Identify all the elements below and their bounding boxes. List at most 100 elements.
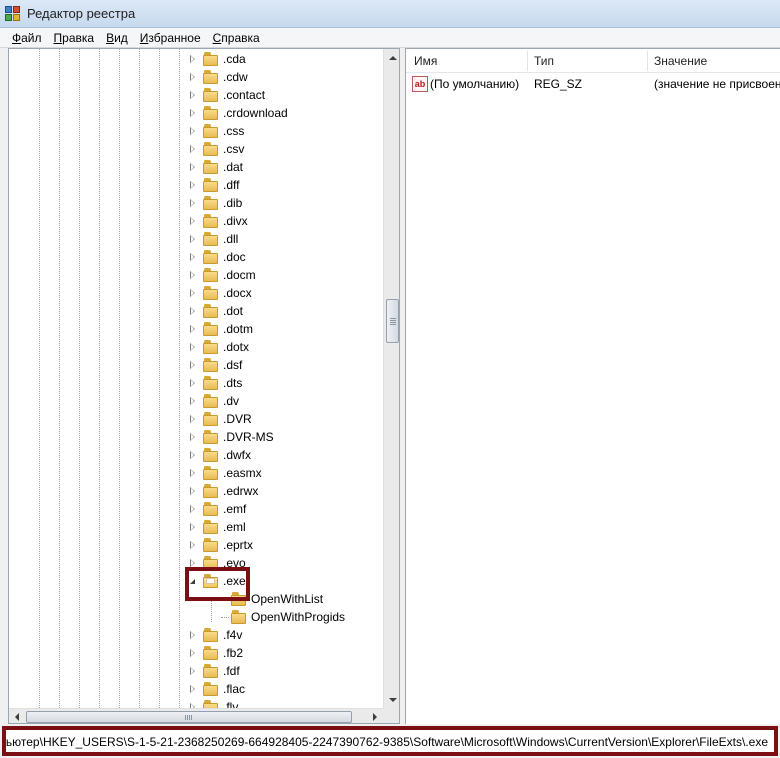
tree-subkey[interactable]: OpenWithProgids bbox=[221, 608, 345, 626]
tree-horizontal-scrollbar[interactable] bbox=[9, 708, 383, 723]
tree-item[interactable]: .exe bbox=[189, 572, 246, 590]
expand-arrow-icon[interactable] bbox=[190, 631, 195, 639]
tree-item[interactable]: .dib bbox=[189, 194, 242, 212]
expand-arrow-icon[interactable] bbox=[190, 541, 195, 549]
expand-arrow-icon[interactable] bbox=[190, 685, 195, 693]
tree-item[interactable]: .evo bbox=[189, 554, 246, 572]
menu-view[interactable]: Вид bbox=[100, 28, 134, 48]
value-name: (По умолчанию) bbox=[430, 77, 520, 91]
expand-arrow-icon[interactable] bbox=[190, 667, 195, 675]
tree-item-label: .divx bbox=[223, 214, 248, 228]
tree-item[interactable]: .flac bbox=[189, 680, 245, 698]
tree-subkey[interactable]: OpenWithList bbox=[221, 590, 323, 608]
collapse-arrow-icon[interactable] bbox=[190, 578, 195, 584]
values-list[interactable]: Имя Тип Значение ab (По умолчанию) REG_S… bbox=[405, 48, 780, 724]
tree-item[interactable]: .dff bbox=[189, 176, 239, 194]
list-item[interactable]: ab (По умолчанию) REG_SZ (значение не пр… bbox=[406, 75, 780, 93]
folder-icon bbox=[203, 106, 219, 120]
status-path-highlight: омпьютер\HKEY_USERS\S-1-5-21-2368250269-… bbox=[2, 726, 778, 756]
tree-item[interactable]: .contact bbox=[189, 86, 265, 104]
scroll-right-arrow[interactable] bbox=[367, 709, 383, 723]
tree-item[interactable]: .emf bbox=[189, 500, 246, 518]
tree-item[interactable]: .docx bbox=[189, 284, 252, 302]
expand-arrow-icon[interactable] bbox=[190, 469, 195, 477]
tree-item[interactable]: .DVR-MS bbox=[189, 428, 274, 446]
expand-arrow-icon[interactable] bbox=[190, 253, 195, 261]
expand-arrow-icon[interactable] bbox=[190, 109, 195, 117]
menu-help[interactable]: Справка bbox=[207, 28, 266, 48]
tree-item[interactable]: .cdw bbox=[189, 68, 248, 86]
expand-arrow-icon[interactable] bbox=[190, 199, 195, 207]
tree-item[interactable]: .easmx bbox=[189, 464, 262, 482]
expand-arrow-icon[interactable] bbox=[190, 649, 195, 657]
column-type-header[interactable]: Тип bbox=[528, 49, 554, 73]
tree-item[interactable]: .crdownload bbox=[189, 104, 288, 122]
expand-arrow-icon[interactable] bbox=[190, 271, 195, 279]
tree-item[interactable]: .dotx bbox=[189, 338, 249, 356]
expand-arrow-icon[interactable] bbox=[190, 235, 195, 243]
tree-item[interactable]: .dv bbox=[189, 392, 239, 410]
tree-item[interactable]: .cda bbox=[189, 50, 246, 68]
tree-item[interactable]: .docm bbox=[189, 266, 256, 284]
tree-item[interactable]: .dotm bbox=[189, 320, 253, 338]
expand-arrow-icon[interactable] bbox=[190, 361, 195, 369]
expand-arrow-icon[interactable] bbox=[190, 415, 195, 423]
folder-icon bbox=[203, 682, 219, 696]
scroll-thumb[interactable] bbox=[386, 299, 399, 343]
tree-item[interactable]: .divx bbox=[189, 212, 248, 230]
folder-icon bbox=[203, 520, 219, 534]
horizontal-scroll-thumb[interactable] bbox=[26, 711, 352, 723]
expand-arrow-icon[interactable] bbox=[190, 73, 195, 81]
registry-tree[interactable]: .cda .cdw .contact .crdownload .css .csv .dat.… bbox=[8, 48, 400, 724]
folder-icon bbox=[203, 160, 219, 174]
tree-item[interactable]: .fb2 bbox=[189, 644, 243, 662]
tree-item[interactable]: .csv bbox=[189, 140, 244, 158]
expand-arrow-icon[interactable] bbox=[190, 451, 195, 459]
tree-item[interactable]: .dat bbox=[189, 158, 243, 176]
expand-arrow-icon[interactable] bbox=[190, 181, 195, 189]
expand-arrow-icon[interactable] bbox=[190, 343, 195, 351]
expand-arrow-icon[interactable] bbox=[190, 505, 195, 513]
expand-arrow-icon[interactable] bbox=[190, 325, 195, 333]
expand-arrow-icon[interactable] bbox=[190, 217, 195, 225]
tree-item[interactable]: .eml bbox=[189, 518, 246, 536]
tree-item[interactable]: .dll bbox=[189, 230, 238, 248]
expand-arrow-icon[interactable] bbox=[190, 145, 195, 153]
expand-arrow-icon[interactable] bbox=[190, 289, 195, 297]
column-name-header[interactable]: Имя bbox=[408, 49, 437, 73]
menu-favorites[interactable]: Избранное bbox=[134, 28, 207, 48]
scroll-left-arrow[interactable] bbox=[9, 709, 25, 723]
scroll-up-arrow[interactable] bbox=[384, 49, 399, 66]
expand-arrow-icon[interactable] bbox=[190, 487, 195, 495]
tree-item[interactable]: .dot bbox=[189, 302, 243, 320]
expand-arrow-icon[interactable] bbox=[190, 55, 195, 63]
expand-arrow-icon[interactable] bbox=[190, 433, 195, 441]
expand-arrow-icon[interactable] bbox=[190, 91, 195, 99]
menu-edit[interactable]: Правка bbox=[48, 28, 101, 48]
folder-icon bbox=[203, 268, 219, 282]
menu-file[interactable]: Файл bbox=[6, 28, 48, 48]
tree-item[interactable]: .edrwx bbox=[189, 482, 258, 500]
expand-arrow-icon[interactable] bbox=[190, 307, 195, 315]
scroll-down-arrow[interactable] bbox=[384, 691, 399, 708]
tree-item[interactable]: .fdf bbox=[189, 662, 240, 680]
tree-item[interactable]: .f4v bbox=[189, 626, 242, 644]
expand-arrow-icon[interactable] bbox=[190, 163, 195, 171]
expand-arrow-icon[interactable] bbox=[190, 379, 195, 387]
expand-arrow-icon[interactable] bbox=[190, 397, 195, 405]
tree-item[interactable]: .DVR bbox=[189, 410, 252, 428]
tree-item[interactable]: .dwfx bbox=[189, 446, 251, 464]
tree-item[interactable]: .dsf bbox=[189, 356, 242, 374]
tree-item[interactable]: .css bbox=[189, 122, 244, 140]
tree-vertical-scrollbar[interactable] bbox=[383, 49, 399, 708]
tree-item-label: .eprtx bbox=[223, 538, 254, 552]
tree-item[interactable]: .doc bbox=[189, 248, 246, 266]
tree-item[interactable]: .eprtx bbox=[189, 536, 253, 554]
column-value-header[interactable]: Значение bbox=[648, 49, 707, 73]
tree-item-label: .eml bbox=[223, 520, 246, 534]
expand-arrow-icon[interactable] bbox=[190, 523, 195, 531]
tree-item-label: .evo bbox=[223, 556, 246, 570]
expand-arrow-icon[interactable] bbox=[190, 559, 195, 567]
expand-arrow-icon[interactable] bbox=[190, 127, 195, 135]
tree-item[interactable]: .dts bbox=[189, 374, 242, 392]
